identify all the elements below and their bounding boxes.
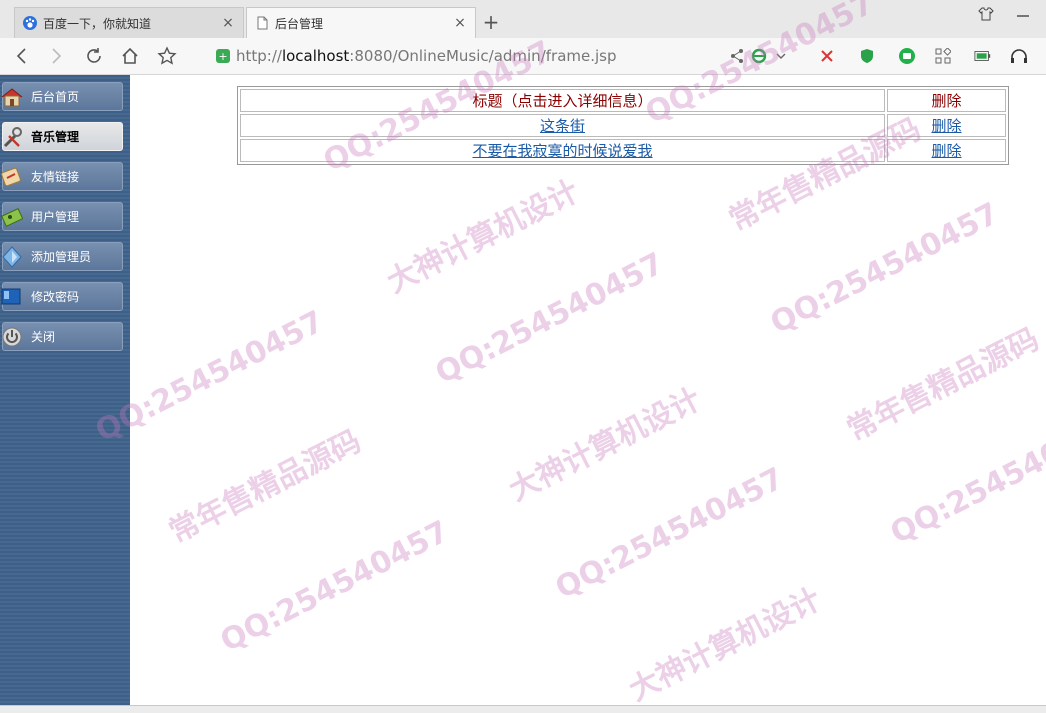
user-card-icon bbox=[1, 206, 24, 228]
address-bar[interactable]: + http://localhost:8080/OnlineMusic/admi… bbox=[216, 43, 796, 69]
back-icon[interactable] bbox=[10, 44, 34, 68]
sidebar-item-home[interactable]: 后台首页 bbox=[1, 82, 123, 111]
table-row: 不要在我寂寞的时候说爱我 删除 bbox=[240, 139, 1006, 162]
tab-admin[interactable]: 后台管理 × bbox=[246, 7, 476, 38]
sidebar-item-add-admin[interactable]: 添加管理员 bbox=[2, 242, 123, 271]
table-cell-title: 不要在我寂寞的时候说爱我 bbox=[240, 139, 885, 162]
sidebar-item-users[interactable]: 用户管理 bbox=[1, 202, 123, 231]
table-cell-action: 删除 bbox=[887, 114, 1006, 137]
apps-grid-icon[interactable] bbox=[934, 47, 952, 65]
sidebar-item-label: 用户管理 bbox=[31, 210, 80, 224]
baidu-paw-icon bbox=[23, 16, 37, 30]
close-tab-icon[interactable]: × bbox=[221, 15, 235, 31]
chevron-down-icon[interactable] bbox=[772, 47, 790, 65]
tab-baidu[interactable]: 百度一下，你就知道 × bbox=[14, 7, 244, 38]
column-header-title: 标题（点击进入详细信息） bbox=[240, 89, 885, 112]
table-header-row: 标题（点击进入详细信息） 删除 bbox=[240, 89, 1006, 112]
house-icon bbox=[1, 86, 23, 108]
password-icon bbox=[1, 286, 23, 308]
sidebar-item-links[interactable]: 友情链接 bbox=[1, 162, 123, 191]
shirt-skin-icon[interactable] bbox=[978, 6, 994, 26]
sidebar-item-music[interactable]: 音乐管理 bbox=[2, 122, 123, 151]
secure-shield-icon: + bbox=[216, 49, 230, 63]
headphones-icon[interactable] bbox=[1010, 47, 1028, 65]
tab-label: 后台管理 bbox=[275, 16, 324, 31]
song-title-link[interactable]: 不要在我寂寞的时候说爱我 bbox=[472, 142, 652, 160]
music-list-table: 标题（点击进入详细信息） 删除 这条街 删除 不要在我寂寞的时候说爱我 删除 bbox=[237, 86, 1009, 165]
url-host: localhost bbox=[281, 47, 350, 65]
scissors-icon[interactable] bbox=[818, 47, 836, 65]
new-tab-button[interactable]: + bbox=[480, 10, 502, 34]
add-admin-icon bbox=[1, 245, 23, 268]
url-path: :8080/OnlineMusic/admin/frame.jsp bbox=[349, 47, 617, 65]
main-content-frame: 标题（点击进入详细信息） 删除 这条街 删除 不要在我寂寞的时候说爱我 删除 bbox=[130, 75, 1046, 705]
forward-icon[interactable] bbox=[44, 44, 68, 68]
wechat-icon[interactable] bbox=[898, 47, 916, 65]
song-title-link[interactable]: 这条街 bbox=[540, 117, 585, 135]
sidebar-item-label: 友情链接 bbox=[31, 170, 80, 184]
page-icon bbox=[255, 16, 269, 30]
link-icon bbox=[1, 166, 23, 188]
url-scheme: http:// bbox=[236, 47, 282, 65]
column-header-action: 删除 bbox=[887, 89, 1006, 112]
table-cell-title: 这条街 bbox=[240, 114, 885, 137]
browser-tab-strip: 百度一下，你就知道 × 后台管理 × + bbox=[0, 0, 1046, 39]
admin-sidebar: 后台首页 音乐管理 友情链接 用户管理 添加管理员 修改密码 关闭 bbox=[0, 75, 130, 705]
ie-compat-icon[interactable] bbox=[750, 47, 768, 65]
power-icon bbox=[1, 326, 23, 348]
home-icon[interactable] bbox=[118, 44, 142, 68]
battery-icon[interactable] bbox=[974, 47, 992, 65]
minimize-window-icon[interactable] bbox=[1016, 6, 1030, 26]
refresh-icon[interactable] bbox=[82, 44, 106, 68]
address-toolbar: + http://localhost:8080/OnlineMusic/admi… bbox=[0, 38, 1046, 75]
table-cell-action: 删除 bbox=[887, 139, 1006, 162]
tab-label: 百度一下，你就知道 bbox=[43, 16, 152, 31]
share-icon[interactable] bbox=[728, 47, 746, 65]
sidebar-item-label: 添加管理员 bbox=[31, 250, 92, 264]
sidebar-item-label: 关闭 bbox=[31, 330, 56, 344]
close-tab-icon[interactable]: × bbox=[453, 15, 467, 31]
sidebar-item-close[interactable]: 关闭 bbox=[2, 322, 123, 351]
table-row: 这条街 删除 bbox=[240, 114, 1006, 137]
sidebar-item-password[interactable]: 修改密码 bbox=[1, 282, 123, 311]
wrench-icon bbox=[1, 126, 23, 148]
bookmark-star-icon[interactable] bbox=[155, 44, 179, 68]
delete-link[interactable]: 删除 bbox=[931, 117, 961, 135]
sidebar-item-label: 后台首页 bbox=[31, 90, 80, 104]
sidebar-item-label: 音乐管理 bbox=[31, 130, 80, 144]
shield-icon[interactable] bbox=[858, 47, 876, 65]
delete-link[interactable]: 删除 bbox=[931, 142, 961, 160]
sidebar-item-label: 修改密码 bbox=[31, 290, 80, 304]
